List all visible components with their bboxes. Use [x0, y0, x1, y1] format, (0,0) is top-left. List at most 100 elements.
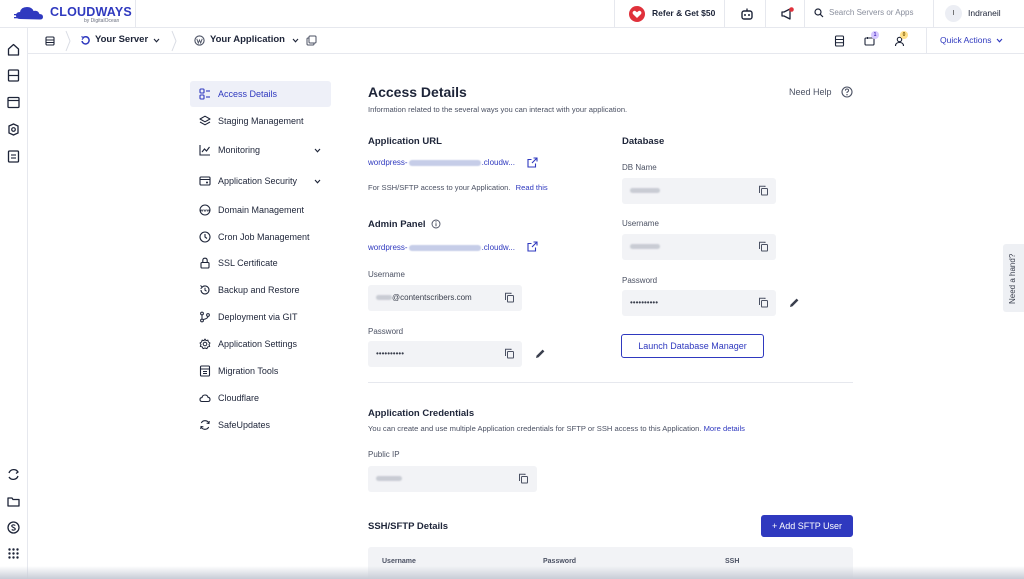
copy-icon[interactable] — [758, 185, 769, 196]
redacted-text — [376, 476, 402, 482]
ssh-note-text: For SSH/SFTP access to your Application. — [368, 183, 511, 192]
addons-icon[interactable] — [6, 122, 21, 137]
application-label: Your Application — [210, 34, 285, 45]
public-ip-value — [376, 474, 402, 483]
db-password-value: •••••••••• — [630, 298, 659, 307]
menu-item-safeupdates[interactable]: SafeUpdates — [190, 412, 331, 438]
admin-username-field[interactable]: @contentscribers.com — [368, 285, 522, 311]
brand-byline: by DigitalOcean — [84, 18, 120, 24]
add-sftp-user-button[interactable]: + Add SFTP User — [761, 515, 853, 537]
chevron-down-icon — [314, 179, 321, 184]
menu-item-monitoring[interactable]: Monitoring — [190, 137, 331, 163]
menu-item-backup-and-restore[interactable]: Backup and Restore — [190, 277, 331, 303]
svg-text:www: www — [200, 208, 211, 212]
admin-username-value: @contentscribers.com — [376, 293, 472, 302]
bot-icon[interactable] — [740, 7, 754, 21]
bottom-shadow — [0, 566, 1024, 579]
url-suffix: .cloudw... — [481, 243, 515, 252]
menu-item-label: SSL Certificate — [218, 258, 278, 268]
divider — [926, 28, 927, 54]
chart-icon — [199, 145, 210, 156]
cloud-icon — [199, 394, 211, 403]
edit-pencil-icon[interactable] — [534, 348, 546, 360]
top-bar: CLOUDWAYS by DigitalOcean Refer & Get $5… — [0, 0, 1024, 28]
heart-icon — [629, 6, 645, 22]
admin-password-value: •••••••••• — [376, 349, 405, 358]
menu-item-ssl-certificate[interactable]: SSL Certificate — [190, 250, 331, 276]
external-link-icon[interactable] — [527, 241, 538, 252]
column-header-username[interactable]: Username — [382, 558, 416, 565]
billing-icon[interactable] — [6, 149, 21, 164]
db-name-field[interactable] — [622, 178, 776, 204]
copy-icon[interactable] — [504, 348, 515, 359]
public-ip-field[interactable] — [368, 466, 537, 492]
admin-password-field[interactable]: •••••••••• — [368, 341, 522, 367]
refer-label: Refer & Get $50 — [652, 8, 716, 18]
external-window-icon[interactable] — [306, 35, 317, 46]
menu-item-deployment-via-git[interactable]: Deployment via GIT — [190, 304, 331, 330]
copy-icon[interactable] — [504, 292, 515, 303]
server-stack-icon[interactable] — [834, 35, 845, 47]
need-a-hand-tab[interactable]: Need a hand? — [1003, 244, 1024, 312]
divider — [724, 0, 725, 28]
refresh-icon — [200, 420, 210, 430]
external-link-icon[interactable] — [527, 157, 538, 168]
search-placeholder: Search Servers or Apps — [829, 8, 914, 17]
read-this-link[interactable]: Read this — [516, 183, 548, 192]
column-header-password[interactable]: Password — [543, 558, 576, 565]
admin-username-label: Username — [368, 270, 405, 279]
dollar-icon[interactable] — [6, 520, 21, 535]
menu-item-staging-management[interactable]: Staging Management — [190, 108, 331, 134]
app-credentials-heading: Application Credentials — [368, 408, 475, 419]
home-icon[interactable] — [6, 42, 21, 57]
menu-item-cron-job-management[interactable]: Cron Job Management — [190, 224, 331, 250]
url-suffix: .cloudw... — [481, 158, 515, 167]
gear-icon — [199, 338, 211, 350]
admin-panel-link[interactable]: wordpress- .cloudw... — [368, 243, 515, 252]
left-rail — [0, 28, 28, 579]
menu-item-domain-management[interactable]: www Domain Management — [190, 197, 331, 223]
info-icon[interactable] — [431, 219, 441, 229]
divider — [765, 0, 766, 28]
menu-item-label: Access Details — [218, 89, 278, 99]
servers-icon[interactable] — [6, 68, 21, 83]
copy-icon[interactable] — [758, 241, 769, 252]
menu-item-label: Migration Tools — [218, 366, 279, 376]
menu-item-migration-tools[interactable]: Migration Tools — [190, 358, 331, 384]
sftp-details-heading: SSH/SFTP Details — [368, 521, 449, 532]
copy-icon[interactable] — [518, 473, 529, 484]
divider — [933, 0, 934, 28]
chevron-down-icon — [292, 38, 299, 43]
menu-item-cloudflare[interactable]: Cloudflare — [190, 385, 331, 411]
search-input[interactable]: Search Servers or Apps — [814, 6, 934, 22]
edit-pencil-icon[interactable] — [788, 297, 800, 309]
menu-item-access-details[interactable]: Access Details — [190, 81, 331, 107]
menu-item-label: Cloudflare — [218, 393, 260, 403]
apps-grid-icon[interactable] — [6, 546, 21, 561]
megaphone-icon[interactable] — [780, 7, 794, 21]
quick-actions-label: Quick Actions — [940, 35, 992, 45]
list-icon[interactable] — [45, 36, 55, 46]
avatar: I — [945, 5, 962, 22]
redacted-text — [630, 188, 660, 194]
applications-icon[interactable] — [6, 95, 21, 110]
copy-icon[interactable] — [758, 297, 769, 308]
column-header-ssh[interactable]: SSH — [725, 558, 739, 565]
transfer-icon[interactable] — [6, 467, 21, 482]
folder-icon[interactable] — [6, 494, 21, 509]
restore-icon — [200, 285, 210, 295]
db-name-value — [630, 186, 660, 195]
more-details-link[interactable]: More details — [704, 424, 745, 433]
credentials-text: You can create and use multiple Applicat… — [368, 424, 702, 433]
cloudways-logo[interactable]: CLOUDWAYS by DigitalOcean — [14, 3, 134, 25]
menu-item-application-security[interactable]: Application Security — [190, 168, 331, 194]
launch-database-manager-button[interactable]: Launch Database Manager — [621, 334, 764, 358]
db-password-field[interactable]: •••••••••• — [622, 290, 776, 316]
menu-item-application-settings[interactable]: Application Settings — [190, 331, 331, 357]
tasks-badge: 1 — [871, 31, 879, 39]
breadcrumb-separator-icon — [65, 30, 71, 52]
db-username-field[interactable] — [622, 234, 776, 260]
breadcrumb-separator-icon — [171, 30, 177, 52]
username-domain: @contentscribers.com — [392, 293, 472, 302]
application-url-link[interactable]: wordpress- .cloudw... — [368, 158, 515, 167]
